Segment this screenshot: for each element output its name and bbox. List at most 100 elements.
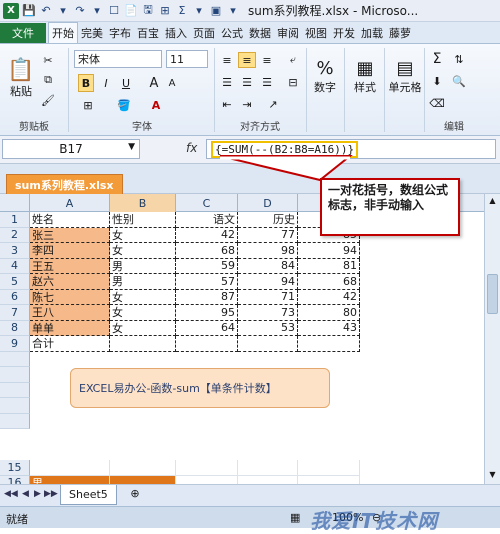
align-bottom-icon[interactable]: ≡	[258, 52, 276, 68]
insert-function-button[interactable]: fx	[186, 141, 197, 155]
tab-page[interactable]: 页面	[190, 23, 218, 43]
font-color-icon[interactable]: A	[146, 96, 166, 114]
row-header[interactable]: 7	[0, 305, 30, 321]
row-header[interactable]: 6	[0, 289, 30, 305]
cell-b15[interactable]	[110, 460, 176, 476]
tab-wanmei[interactable]: 完美	[78, 23, 106, 43]
tab-tengluo[interactable]: 藤萝	[386, 23, 414, 43]
tab-formulas[interactable]: 公式	[218, 23, 246, 43]
bold-button[interactable]: B	[78, 74, 94, 92]
new-icon[interactable]: ☐	[107, 3, 121, 19]
row-header[interactable]: 15	[0, 460, 30, 476]
tab-data[interactable]: 数据	[246, 23, 274, 43]
select-all-corner[interactable]	[0, 194, 30, 212]
align-center-icon[interactable]: ☰	[238, 74, 256, 90]
vertical-scrollbar[interactable]: ▲ ▼	[484, 194, 500, 484]
sheet-tab-sheet5[interactable]: Sheet5	[60, 485, 117, 505]
copy-icon[interactable]: ⧉	[40, 72, 56, 88]
row-header[interactable]	[0, 367, 30, 383]
cell-c2[interactable]: 42	[176, 227, 238, 243]
shrink-font-button[interactable]: A	[164, 74, 180, 92]
cell-e3[interactable]: 94	[298, 243, 360, 259]
cell-a3[interactable]: 李四	[30, 243, 110, 259]
row-header[interactable]	[0, 413, 30, 429]
cell-c7[interactable]: 95	[176, 305, 238, 321]
row-header[interactable]: 5	[0, 274, 30, 290]
print-icon[interactable]: 🖫	[141, 3, 155, 19]
cell-b2[interactable]: 女	[110, 227, 176, 243]
sheet-nav-prev-icon[interactable]: ◀	[22, 489, 29, 499]
row-header[interactable]	[0, 398, 30, 414]
customize-dropdown-icon[interactable]: ▾	[226, 3, 240, 19]
autosum-icon[interactable]: Σ	[175, 3, 189, 19]
decrease-indent-icon[interactable]: ⇤	[218, 96, 236, 112]
cell-d5[interactable]: 94	[238, 274, 298, 290]
cell-e15[interactable]	[298, 460, 360, 476]
row-header[interactable]: 1	[0, 212, 30, 228]
worksheet-grid[interactable]: A B C D E 1姓名性别语文历史数学2张三女4277853李四女68989…	[0, 194, 484, 507]
align-middle-icon[interactable]: ≡	[238, 52, 256, 68]
workbook-tab[interactable]: sum系列教程.xlsx	[6, 174, 123, 194]
redo-icon[interactable]: ↷	[73, 3, 87, 19]
cell-c15[interactable]	[176, 460, 238, 476]
tab-file[interactable]: 文件	[0, 23, 46, 43]
merge-center-icon[interactable]: ⊟	[284, 74, 302, 90]
column-header-a[interactable]: A	[30, 194, 110, 212]
table-icon[interactable]: ⊞	[158, 3, 172, 19]
font-size-select[interactable]: 11	[166, 50, 208, 68]
tab-zibu[interactable]: 字布	[106, 23, 134, 43]
cell-c4[interactable]: 59	[176, 258, 238, 274]
cell-a6[interactable]: 陈七	[30, 289, 110, 305]
chevron-down-icon[interactable]: ▼	[128, 142, 135, 152]
column-header-b[interactable]: B	[110, 194, 176, 212]
cell-b9[interactable]	[110, 336, 176, 352]
fill-color-icon[interactable]: 🪣	[114, 96, 134, 114]
cell-d6[interactable]: 71	[238, 289, 298, 305]
name-box[interactable]: B17 ▼	[2, 139, 140, 159]
clear-icon[interactable]: ⌫	[428, 94, 446, 112]
wrap-text-icon[interactable]: ⤶	[284, 52, 302, 68]
cell-a9[interactable]: 合计	[30, 336, 110, 352]
sheet-nav-next-icon[interactable]: ▶	[34, 489, 41, 499]
tab-developer[interactable]: 开发	[330, 23, 358, 43]
row-header[interactable]: 8	[0, 320, 30, 336]
cell-a15[interactable]	[30, 460, 110, 476]
tab-insert[interactable]: 插入	[162, 23, 190, 43]
find-icon[interactable]: 🔍	[450, 72, 468, 90]
cell-d7[interactable]: 73	[238, 305, 298, 321]
row-header[interactable]: 9	[0, 336, 30, 352]
row-header[interactable]: 4	[0, 258, 30, 274]
grow-font-button[interactable]: A	[146, 74, 162, 92]
save-icon[interactable]: 💾	[22, 3, 36, 19]
cell-b6[interactable]: 女	[110, 289, 176, 305]
cell-c3[interactable]: 68	[176, 243, 238, 259]
tab-baibao[interactable]: 百宝	[134, 23, 162, 43]
undo-dropdown-icon[interactable]: ▾	[56, 3, 70, 19]
cell-c9[interactable]	[176, 336, 238, 352]
cell-a2[interactable]: 张三	[30, 227, 110, 243]
cell-b1[interactable]: 性别	[110, 212, 176, 228]
cell-c1[interactable]: 语文	[176, 212, 238, 228]
cell-e5[interactable]: 68	[298, 274, 360, 290]
underline-button[interactable]: U	[118, 74, 134, 92]
cell-e8[interactable]: 43	[298, 320, 360, 336]
row-header[interactable]: 2	[0, 227, 30, 243]
cell-d1[interactable]: 历史	[238, 212, 298, 228]
cell-e6[interactable]: 42	[298, 289, 360, 305]
italic-button[interactable]: I	[98, 74, 114, 92]
tab-view[interactable]: 视图	[302, 23, 330, 43]
cut-icon[interactable]: ✂	[40, 52, 56, 68]
tab-home[interactable]: 开始	[48, 22, 78, 43]
undo-icon[interactable]: ↶	[39, 3, 53, 19]
cell-c5[interactable]: 57	[176, 274, 238, 290]
increase-indent-icon[interactable]: ⇥	[238, 96, 256, 112]
fill-icon[interactable]: ⬇	[428, 72, 446, 90]
format-painter-icon[interactable]: 🖌	[40, 92, 56, 108]
cell-d15[interactable]	[238, 460, 298, 476]
row-header[interactable]	[0, 351, 30, 367]
cells-button[interactable]: ▤ 单元格	[388, 50, 422, 102]
redo-dropdown-icon[interactable]: ▾	[90, 3, 104, 19]
open-icon[interactable]: 📄	[124, 3, 138, 19]
normal-view-icon[interactable]: ▦	[290, 511, 300, 524]
new-sheet-icon[interactable]: ⊕	[124, 487, 146, 503]
